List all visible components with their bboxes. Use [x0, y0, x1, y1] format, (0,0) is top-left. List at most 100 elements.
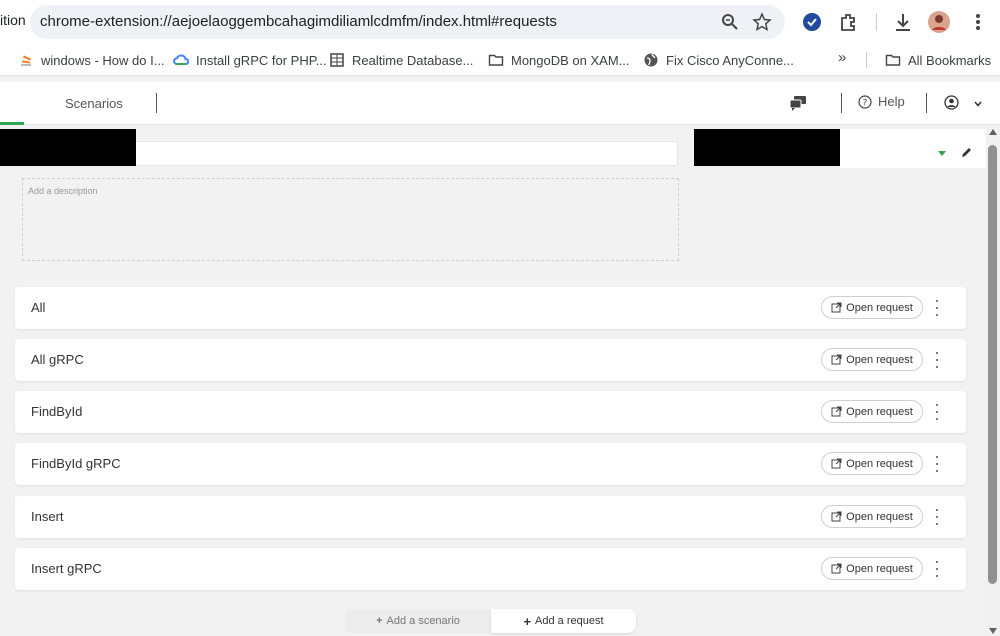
description-placeholder: Add a description — [28, 186, 98, 196]
request-name: All — [31, 300, 46, 315]
chat-icon[interactable] — [789, 95, 807, 111]
browser-toolbar: ition chrome-extension://aejoelaoggembca… — [0, 0, 1000, 44]
bookmark-item[interactable]: windows - How do I... — [18, 52, 165, 68]
url-text[interactable]: chrome-extension://aejoelaoggembcahagimd… — [40, 13, 557, 30]
app-header: Scenarios ? Help — [0, 82, 1000, 125]
request-row[interactable]: Insert gRPC Open request — [15, 548, 966, 590]
chevron-down-icon — [974, 101, 982, 107]
request-name: FindById — [31, 404, 83, 419]
open-request-label: Open request — [846, 353, 913, 366]
external-link-icon — [831, 511, 842, 522]
open-request-label: Open request — [846, 562, 913, 575]
environment-select[interactable] — [840, 129, 986, 168]
add-scenario-label: Add a scenario — [386, 615, 460, 627]
request-row[interactable]: All gRPC Open request — [15, 339, 966, 381]
external-link-icon — [831, 563, 842, 574]
external-link-icon — [831, 458, 842, 469]
plus-icon: + — [376, 615, 383, 627]
header-divider — [926, 93, 927, 113]
bookmarks-overflow-button[interactable]: » — [838, 49, 846, 66]
scroll-up-arrow-icon[interactable] — [989, 129, 997, 135]
folder-icon — [488, 54, 504, 66]
row-menu-icon[interactable] — [932, 561, 942, 577]
tab-title-fragment[interactable]: ition — [0, 12, 26, 28]
bookmark-item[interactable]: Realtime Database... — [329, 52, 473, 68]
header-divider — [156, 93, 157, 113]
external-link-icon — [831, 302, 842, 313]
request-name: FindById gRPC — [31, 456, 121, 471]
request-name: Insert — [31, 509, 64, 524]
open-request-label: Open request — [846, 457, 913, 470]
user-menu-button[interactable] — [944, 95, 984, 113]
request-name: All gRPC — [31, 352, 84, 367]
profile-avatar-icon[interactable] — [927, 10, 951, 34]
row-menu-icon[interactable] — [932, 352, 942, 368]
pencil-icon[interactable] — [961, 146, 973, 158]
redacted-block — [0, 129, 136, 166]
open-request-button[interactable]: Open request — [821, 505, 923, 528]
external-link-icon — [831, 406, 842, 417]
open-request-button[interactable]: Open request — [821, 296, 923, 319]
bookmark-label: MongoDB on XAM... — [511, 52, 630, 68]
add-scenario-button[interactable]: + Add a scenario — [345, 609, 491, 633]
extension-check-icon[interactable] — [800, 10, 824, 34]
scenario-name-input[interactable] — [136, 141, 678, 166]
description-textarea[interactable]: Add a description — [22, 178, 679, 261]
bookmark-item[interactable]: Install gRPC for PHP... — [173, 52, 327, 68]
download-icon[interactable] — [891, 10, 915, 34]
open-request-button[interactable]: Open request — [821, 348, 923, 371]
bookmarks-bar: windows - How do I... Install gRPC for P… — [0, 44, 1000, 76]
extensions-puzzle-icon[interactable] — [837, 10, 861, 34]
address-bar[interactable]: chrome-extension://aejoelaoggembcahagimd… — [30, 5, 785, 39]
scrollbar-thumb[interactable] — [988, 145, 997, 584]
menu-kebab-icon[interactable] — [966, 10, 990, 34]
open-request-label: Open request — [846, 301, 913, 314]
toolbar-divider — [876, 13, 877, 31]
row-menu-icon[interactable] — [932, 456, 942, 472]
bookmark-label: Realtime Database... — [352, 52, 474, 68]
stackoverflow-icon — [21, 55, 32, 66]
row-menu-icon[interactable] — [932, 404, 942, 420]
zoom-icon[interactable] — [720, 12, 740, 32]
vertical-scrollbar[interactable] — [986, 125, 1000, 636]
request-name: Insert gRPC — [31, 561, 102, 576]
open-request-button[interactable]: Open request — [821, 400, 923, 423]
request-row[interactable]: FindById gRPC Open request — [15, 443, 966, 485]
request-row[interactable]: All Open request — [15, 287, 966, 329]
open-request-button[interactable]: Open request — [821, 557, 923, 580]
open-request-button[interactable]: Open request — [821, 452, 923, 475]
help-label: Help — [878, 94, 905, 109]
dropdown-arrow-icon[interactable] — [938, 151, 946, 156]
gcloud-icon — [173, 54, 189, 65]
tab-scenarios[interactable]: Scenarios — [65, 96, 123, 111]
bookmark-item[interactable]: MongoDB on XAM... — [488, 52, 630, 68]
external-link-icon — [831, 354, 842, 365]
open-request-label: Open request — [846, 510, 913, 523]
all-bookmarks-button[interactable]: All Bookmarks — [885, 52, 991, 68]
add-request-button[interactable]: + Add a request — [491, 609, 636, 633]
user-icon — [944, 95, 959, 110]
bookmark-label: windows - How do I... — [41, 52, 165, 68]
plus-icon: + — [523, 613, 532, 629]
header-divider — [841, 93, 842, 113]
help-icon: ? — [858, 94, 872, 109]
bookmark-item[interactable]: Fix Cisco AnyConne... — [643, 52, 794, 68]
redacted-block — [694, 129, 840, 166]
folder-icon — [885, 54, 901, 66]
bookmark-label: Fix Cisco AnyConne... — [666, 52, 794, 68]
bookmark-divider — [866, 52, 867, 68]
bookmark-label: Install gRPC for PHP... — [196, 52, 327, 68]
request-row[interactable]: FindById Open request — [15, 391, 966, 433]
active-tab-indicator — [0, 122, 24, 125]
database-icon — [330, 53, 344, 67]
request-row[interactable]: Insert Open request — [15, 496, 966, 538]
all-bookmarks-label: All Bookmarks — [908, 52, 992, 68]
row-menu-icon[interactable] — [932, 509, 942, 525]
help-button[interactable]: ? Help — [858, 94, 905, 109]
row-menu-icon[interactable] — [932, 300, 942, 316]
globe-icon — [644, 53, 658, 67]
open-request-label: Open request — [846, 405, 913, 418]
scroll-down-arrow-icon[interactable] — [989, 628, 997, 634]
star-icon[interactable] — [752, 12, 772, 32]
add-request-label: Add a request — [535, 615, 604, 627]
